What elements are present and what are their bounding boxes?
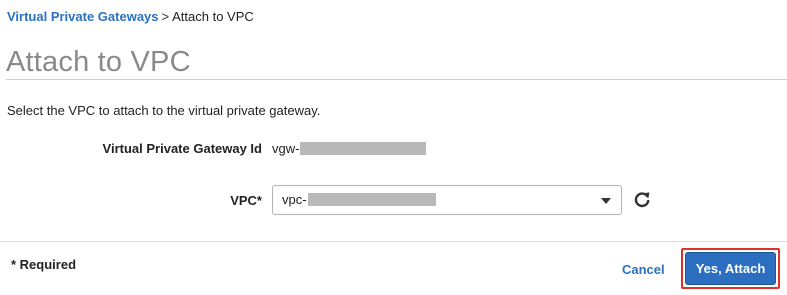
vpc-selected-value: vpc- [282, 192, 436, 208]
footer-divider [0, 241, 787, 242]
breadcrumb-separator: > [161, 9, 170, 24]
breadcrumb: Virtual Private Gateways > Attach to VPC [7, 9, 254, 25]
vgw-id-value: vgw- [272, 141, 427, 157]
yes-attach-button[interactable]: Yes, Attach [685, 252, 776, 285]
redacted-vpc-id [307, 193, 436, 207]
required-note: * Required [11, 257, 77, 272]
page-title: Attach to VPC [6, 46, 191, 78]
breadcrumb-current: Attach to VPC [172, 9, 254, 24]
vgw-id-label: Virtual Private Gateway Id [102, 141, 262, 156]
attach-to-vpc-page: Virtual Private Gateways > Attach to VPC A… [0, 0, 787, 295]
cancel-button[interactable]: Cancel [622, 262, 665, 278]
title-divider [6, 79, 787, 80]
vpc-select[interactable]: vpc- [272, 185, 622, 215]
page-description: Select the VPC to attach to the virtual … [7, 103, 321, 118]
vgw-id-prefix: vgw- [272, 141, 300, 156]
refresh-icon-svg [634, 192, 650, 208]
breadcrumb-link-virtual-private-gateways[interactable]: Virtual Private Gateways [7, 9, 159, 24]
chevron-down-icon [601, 198, 611, 204]
redacted-vgw-id [300, 142, 427, 156]
vpc-id-prefix: vpc- [282, 192, 307, 207]
refresh-icon[interactable] [632, 190, 652, 210]
vpc-label: VPC* [230, 193, 262, 208]
